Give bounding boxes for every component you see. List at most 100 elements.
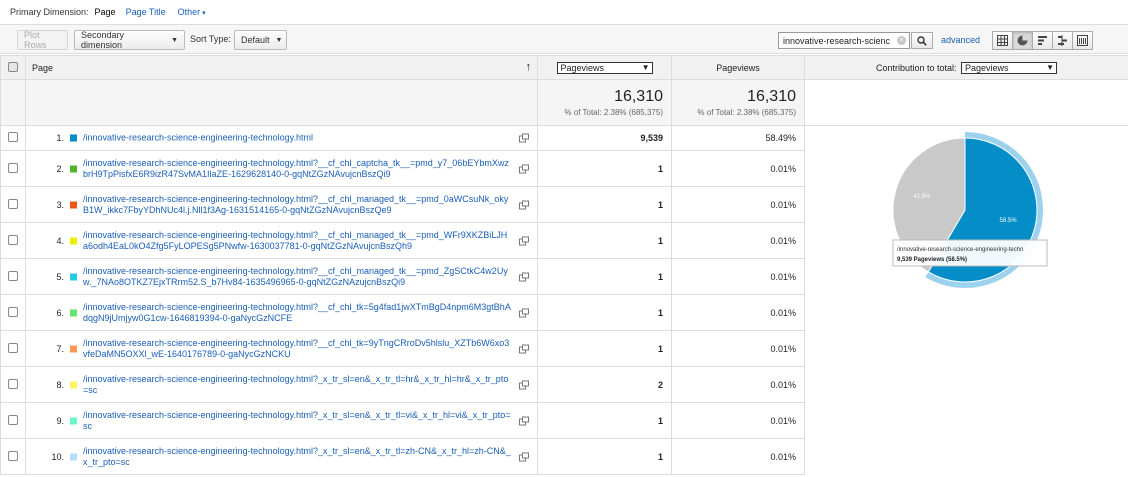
row-number: 3.: [56, 199, 64, 210]
row-color-swatch: [70, 237, 77, 244]
advanced-filter-link[interactable]: advanced: [941, 35, 980, 45]
external-link-icon[interactable]: [519, 416, 529, 425]
row-checkbox[interactable]: [8, 342, 18, 353]
row-number: 5.: [56, 271, 64, 282]
external-link-icon[interactable]: [519, 308, 529, 317]
metric-value-cell: 1: [537, 402, 672, 439]
view-percentage-button[interactable]: [1012, 31, 1033, 50]
secondary-dimension-dropdown[interactable]: Secondary dimension ▼: [74, 30, 185, 50]
sort-arrow-up-icon[interactable]: ↑: [526, 61, 532, 73]
row-checkbox[interactable]: [8, 132, 18, 142]
sort-type-dropdown[interactable]: Default ▼: [234, 30, 287, 50]
page-cell: 6. /innovative-research-science-engineer…: [25, 294, 538, 331]
contribution-percent-cell: 0.01%: [671, 366, 805, 403]
row-color-swatch: [70, 273, 77, 280]
view-performance-button[interactable]: [1032, 31, 1053, 50]
pageviews-column-label: Pageviews: [716, 62, 760, 73]
page-column-header[interactable]: Page ↑: [25, 55, 538, 80]
row-select-cell: [0, 186, 26, 223]
page-link[interactable]: /innovative-research-science-engineering…: [83, 410, 511, 432]
dimension-option-other-label[interactable]: Other: [178, 7, 201, 17]
row-checkbox[interactable]: [8, 414, 18, 425]
row-checkbox[interactable]: [8, 450, 18, 461]
page-cell: 5. /innovative-research-science-engineer…: [25, 258, 538, 295]
view-pivot-button[interactable]: [1072, 31, 1093, 50]
comparison-icon: [1058, 35, 1067, 46]
page-link[interactable]: /innovative-research-science-engineering…: [83, 230, 511, 252]
page-link[interactable]: /innovative-research-science-engineering…: [83, 266, 511, 288]
row-checkbox[interactable]: [8, 270, 18, 281]
row-checkbox[interactable]: [8, 198, 18, 209]
contribution-select[interactable]: Pageviews ▼: [961, 61, 1058, 74]
summary-total-value: 16,310: [747, 88, 796, 105]
chevron-down-icon: ▼: [641, 62, 650, 72]
external-link-icon[interactable]: [519, 200, 529, 209]
external-link-icon[interactable]: [519, 133, 529, 143]
external-link-icon[interactable]: [519, 164, 529, 173]
page-link[interactable]: /innovative-research-science-engineering…: [83, 374, 511, 396]
metric-value-cell: 9,539: [537, 125, 672, 151]
external-link-icon[interactable]: [519, 236, 529, 245]
chevron-down-icon: ▾: [202, 10, 206, 17]
row-select-cell: [0, 438, 26, 475]
pie-tooltip-value: 9,539 Pageviews (58.5%): [897, 257, 967, 263]
pie-tooltip-title: /innovative-research-science-engineering…: [897, 247, 1023, 253]
metric-value-cell: 1: [537, 330, 672, 367]
row-color-swatch: [70, 165, 77, 172]
row-checkbox[interactable]: [8, 306, 18, 317]
table-filter-value: innovative-research-scienc: [783, 35, 891, 46]
page-link[interactable]: /innovative-research-science-engineering…: [83, 338, 511, 360]
row-number: 2.: [56, 163, 64, 174]
plot-rows-label: Plot Rows: [24, 30, 47, 50]
page-link[interactable]: /innovative-research-science-engineering…: [83, 194, 511, 216]
external-link-icon[interactable]: [519, 344, 529, 353]
contribution-percent-cell: 0.01%: [671, 330, 805, 367]
dimension-option-other[interactable]: Other ▾: [178, 7, 206, 17]
external-link-icon[interactable]: [519, 272, 529, 281]
page-cell: 8. /innovative-research-science-engineer…: [25, 366, 538, 403]
row-select-cell: [0, 330, 26, 367]
contribution-percent-cell: 0.01%: [671, 222, 805, 259]
contribution-percent-cell: 0.01%: [671, 186, 805, 223]
view-data-button[interactable]: [992, 31, 1013, 50]
view-comparison-button[interactable]: [1052, 31, 1073, 50]
external-link-icon[interactable]: [519, 380, 529, 389]
metric-select[interactable]: Pageviews ▼: [556, 61, 653, 74]
table-filter-input[interactable]: innovative-research-scienc ×: [778, 32, 910, 49]
plot-rows-button[interactable]: Plot Rows: [17, 30, 68, 50]
contribution-chart-cell: 58.5% 41.5% /innovative-research-science-e…: [804, 79, 1128, 288]
table-row: 9. /innovative-research-science-engineer…: [0, 402, 1128, 439]
dimension-option-page-title[interactable]: Page Title: [126, 7, 166, 17]
search-button[interactable]: [911, 32, 933, 49]
sort-type-value: Default: [241, 35, 270, 45]
page-link[interactable]: /innovative-research-science-engineering…: [83, 158, 511, 180]
row-select-cell: [0, 258, 26, 295]
secondary-dimension-label: Secondary dimension: [81, 30, 125, 50]
pageviews-column-header[interactable]: Pageviews: [671, 55, 805, 80]
grid-icon: [997, 35, 1008, 46]
select-all-checkbox[interactable]: [8, 61, 18, 72]
search-icon: [917, 35, 927, 46]
page-cell: 7. /innovative-research-science-engineer…: [25, 330, 538, 367]
table-row: 10. /innovative-research-science-enginee…: [0, 438, 1128, 475]
page-link[interactable]: /innovative-research-science-engineering…: [83, 302, 511, 324]
row-checkbox[interactable]: [8, 162, 18, 173]
report-table: Page ↑ Pageviews ▼ Pageviews Contribution…: [0, 55, 1128, 475]
metric-value-cell: 1: [537, 438, 672, 475]
page-link[interactable]: /innovative-research-science-engineering…: [83, 133, 511, 144]
chevron-down-icon: ▼: [1046, 62, 1055, 72]
page-link[interactable]: /innovative-research-science-engineering…: [83, 446, 511, 468]
pie-tooltip: /innovative-research-science-engineering…: [892, 239, 1048, 267]
row-number: 9.: [56, 415, 64, 426]
chevron-down-icon: ▼: [171, 36, 178, 44]
contribution-select-value: Pageviews: [965, 62, 1009, 73]
contribution-percent-cell: 0.01%: [671, 150, 805, 187]
row-checkbox[interactable]: [8, 234, 18, 245]
row-color-swatch: [70, 201, 77, 208]
page-column-label: Page: [32, 62, 54, 73]
clear-icon[interactable]: ×: [897, 36, 906, 45]
row-checkbox[interactable]: [8, 378, 18, 389]
external-link-icon[interactable]: [519, 452, 529, 461]
bars-icon: [1038, 36, 1047, 45]
row-number: 8.: [56, 379, 64, 390]
